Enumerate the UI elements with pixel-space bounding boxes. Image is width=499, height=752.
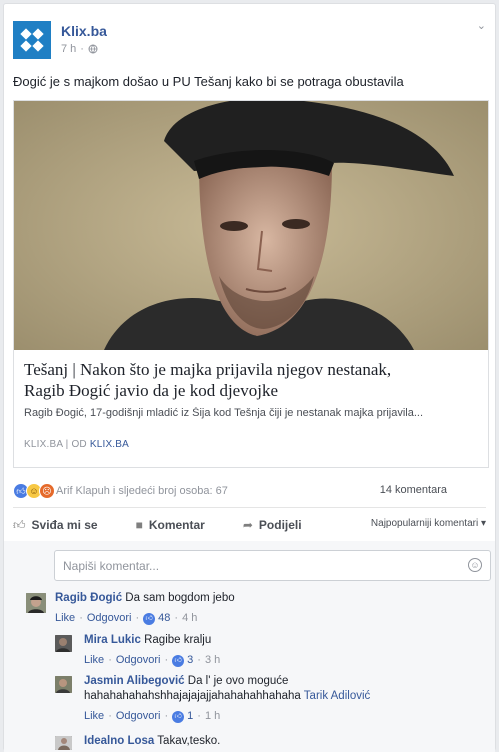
reactions-text: Arif Klapuh i sljedeći broj osoba: 67 — [56, 485, 228, 497]
tagged-user[interactable]: Tarik Adilović — [304, 690, 370, 702]
comment-author[interactable]: Ragib Đogić — [55, 592, 122, 604]
comment-reply: Mira Lukic Ragibe kralju Like · Odgovori ·… — [55, 633, 485, 673]
comment-author[interactable]: Idealno Losa — [84, 735, 154, 747]
comment-time[interactable]: 3 h — [205, 653, 220, 668]
new-comment-box: ☺ — [54, 550, 491, 581]
speech-bubble-icon: ■ — [135, 518, 143, 532]
comment-count[interactable]: 14 komentara — [380, 484, 447, 496]
link-preview[interactable]: Tešanj | Nakon što je majka prijavila nj… — [13, 100, 489, 468]
link-source-name[interactable]: KLIX.BA — [90, 439, 129, 450]
globe-icon — [88, 44, 98, 54]
comment-meta: Like · Odgovori · 👍︎ 1 · 1 h — [84, 709, 221, 724]
comment-author[interactable]: Jasmin Alibegović — [84, 675, 185, 687]
comment-author[interactable]: Mira Lukic — [84, 634, 141, 646]
comment-reply-link[interactable]: Odgovori — [116, 653, 161, 668]
comment-like-link[interactable]: Like — [55, 611, 75, 626]
comments-section: ☺ Ragib Đogić Da sam bogdom jebo Like· O… — [4, 541, 495, 752]
caret-down-icon: ▾ — [480, 518, 486, 529]
comment-text: Takav,tesko. — [157, 735, 221, 747]
comment-reply-link[interactable]: Odgovori — [116, 709, 161, 724]
comment-time[interactable]: 1 h — [205, 709, 220, 724]
comment-time[interactable]: 4 h — [182, 611, 197, 626]
post-header: Klix.ba 7 h · ⌄ — [13, 17, 486, 61]
comment-like-link[interactable]: Like — [84, 653, 104, 668]
divider — [13, 507, 486, 508]
avatar[interactable] — [55, 676, 72, 693]
comment: Ragib Đogić Da sam bogdom jebo Like · Odg… — [26, 591, 486, 631]
emoji-icon[interactable]: ☺ — [468, 558, 482, 572]
comment-meta: Like · Odgovori · 👍︎ 48 · 4 h — [55, 611, 198, 626]
post-text: Đogić je s majkom došao u PU Tešanj kako… — [13, 74, 404, 89]
comment-reply: Jasmin Alibegović Da l' je ovo moguće ha… — [55, 674, 485, 732]
comment-sort-dropdown[interactable]: Najpopularniji komentari ▾ — [371, 518, 486, 529]
link-description: Ragib Đogić, 17-godišnji mladić iz Šija … — [24, 407, 424, 419]
like-badge-icon: 👍︎ — [172, 654, 185, 667]
action-bar: 👍︎ Sviđa mi se ■ Komentar ➦ Podijeli Naj… — [13, 514, 486, 536]
post-options-chevron-icon[interactable]: ⌄ — [477, 19, 486, 32]
comment-text: Ragibe kralju — [144, 634, 212, 646]
comment-button[interactable]: ■ Komentar — [136, 518, 205, 532]
post-meta: 7 h · — [61, 43, 98, 55]
avatar[interactable] — [26, 593, 46, 613]
post-time[interactable]: 7 h — [61, 43, 76, 55]
link-title[interactable]: Tešanj | Nakon što je majka prijavila nj… — [24, 359, 478, 401]
comment-reply: Idealno Losa Takav,tesko. — [55, 734, 485, 752]
comment-meta: Like · Odgovori · 👍︎ 3 · 3 h — [84, 653, 221, 668]
angry-reaction-icon: ☹ — [39, 483, 55, 499]
comment-like-count[interactable]: 3 — [187, 653, 193, 668]
comment-like-link[interactable]: Like — [84, 709, 104, 724]
share-button[interactable]: ➦ Podijeli — [243, 518, 302, 532]
like-button[interactable]: 👍︎ Sviđa mi se — [13, 518, 98, 533]
comment-like-count[interactable]: 48 — [158, 611, 170, 626]
avatar[interactable] — [55, 635, 72, 652]
comment-text: Da l' je ovo moguće — [187, 675, 289, 687]
link-photo[interactable] — [14, 101, 488, 350]
post-card: Klix.ba 7 h · ⌄ Đogić je s majkom došao … — [3, 3, 496, 752]
comment-reply-link[interactable]: Odgovori — [87, 611, 132, 626]
page-name[interactable]: Klix.ba — [61, 23, 107, 39]
klix-logo[interactable] — [13, 21, 51, 59]
comment-text-continued: hahahahahahshhajajajajjahahahahhahaha — [84, 690, 301, 702]
link-source: KLIX.BA | OD KLIX.BA — [24, 439, 130, 450]
comment-like-count[interactable]: 1 — [187, 709, 193, 724]
thumbs-up-icon: 👍︎ — [13, 517, 26, 532]
share-arrow-icon: ➦ — [242, 518, 253, 532]
comment-input[interactable] — [55, 551, 455, 580]
comment-text: Da sam bogdom jebo — [125, 592, 235, 604]
avatar[interactable] — [55, 736, 72, 750]
like-badge-icon: 👍︎ — [172, 710, 185, 723]
like-badge-icon: 👍︎ — [143, 612, 156, 625]
